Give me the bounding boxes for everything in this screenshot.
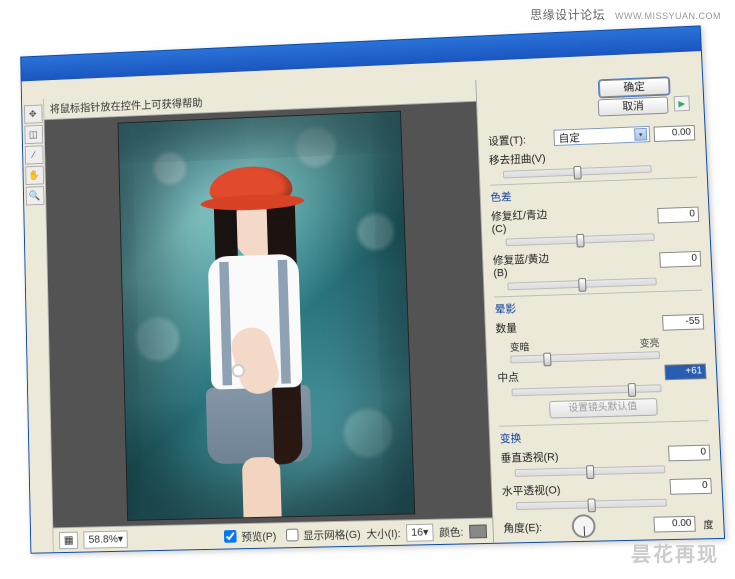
angle-value[interactable]: 0.00 bbox=[653, 516, 695, 533]
fix-red-cyan-label: 修复红/青边(C) bbox=[491, 206, 562, 235]
settings-combo[interactable]: 自定▾ bbox=[553, 126, 650, 146]
vertical-perspective-value[interactable]: 0 bbox=[668, 445, 710, 462]
vertical-perspective-slider[interactable] bbox=[515, 465, 666, 477]
darken-label: 变暗 bbox=[510, 339, 530, 354]
remove-distortion-slider[interactable] bbox=[503, 165, 652, 178]
settings-panel: 确定 取消 ▶ 设置(T): 自定▾ 0.00 移去扭曲(V) 色差 修复红/青… bbox=[475, 70, 724, 543]
vignette-amount-value[interactable]: -55 bbox=[662, 314, 704, 331]
preview-area: 将鼠标指针放在控件上可获得帮助 ▦ 58.8% ▾ 预览(P) 显 bbox=[44, 80, 493, 552]
zoom-tool-icon[interactable]: 🔍 bbox=[25, 186, 44, 205]
preview-image bbox=[118, 111, 414, 519]
horizontal-perspective-label: 水平透视(O) bbox=[502, 481, 573, 498]
vertical-perspective-label: 垂直透视(R) bbox=[500, 448, 571, 465]
hand-tool-icon[interactable]: ✋ bbox=[25, 166, 44, 185]
settings-value[interactable]: 0.00 bbox=[653, 124, 695, 141]
settings-label: 设置(T): bbox=[488, 130, 550, 148]
move-tool-icon[interactable]: ✥ bbox=[23, 105, 42, 124]
zoom-field[interactable]: 58.8% ▾ bbox=[84, 530, 128, 548]
grid-color-label: 颜色: bbox=[439, 523, 464, 539]
titlebar-gradient bbox=[21, 26, 701, 81]
panel-menu-icon[interactable]: ▶ bbox=[674, 96, 690, 112]
nav-thumbnail-icon[interactable]: ▦ bbox=[59, 531, 78, 549]
horizontal-perspective-slider[interactable] bbox=[516, 499, 667, 510]
grid-size-label: 大小(I): bbox=[366, 525, 401, 541]
vignette-amount-label: 数量 bbox=[495, 319, 558, 336]
canvas[interactable] bbox=[44, 102, 492, 528]
show-grid-checkbox[interactable]: 显示网格(G) bbox=[282, 524, 361, 544]
grid-color-swatch[interactable] bbox=[469, 524, 487, 538]
fix-blue-yellow-slider[interactable] bbox=[507, 278, 656, 291]
angle-unit: 度 bbox=[703, 516, 714, 531]
preview-checkbox[interactable]: 预览(P) bbox=[220, 526, 276, 546]
horizontal-perspective-value[interactable]: 0 bbox=[670, 478, 712, 495]
vignette-title: 晕影 bbox=[494, 294, 703, 316]
angle-dial[interactable] bbox=[571, 514, 596, 538]
ok-button[interactable]: 确定 bbox=[599, 77, 670, 97]
vignette-midpoint-slider[interactable] bbox=[512, 384, 662, 396]
fix-blue-yellow-value[interactable]: 0 bbox=[659, 251, 701, 268]
reset-lens-defaults-button[interactable]: 设置镜头默认值 bbox=[549, 398, 658, 419]
lighten-label: 变亮 bbox=[639, 335, 659, 350]
transform-title: 变换 bbox=[500, 425, 710, 446]
grid-size-field[interactable]: 16 ▾ bbox=[406, 523, 434, 541]
lens-correction-dialog: 镜头校正 (58.8%) ✥ ◫ ∕ ✋ 🔍 将鼠标指针放在控件上可获得帮助 bbox=[20, 25, 725, 553]
angle-label: 角度(E): bbox=[503, 519, 566, 536]
fix-red-cyan-slider[interactable] bbox=[506, 233, 655, 246]
watermark-url: WWW.MISSYUAN.COM bbox=[615, 11, 721, 21]
watermark-top: 思缘设计论坛 WWW.MISSYUAN.COM bbox=[530, 6, 721, 23]
straighten-tool-icon[interactable]: ◫ bbox=[24, 125, 43, 144]
vignette-midpoint-value[interactable]: +61 bbox=[664, 363, 706, 380]
remove-distortion-label: 移去扭曲(V) bbox=[489, 150, 559, 168]
watermark-text: 思缘设计论坛 bbox=[530, 8, 605, 22]
fix-red-cyan-value[interactable]: 0 bbox=[657, 207, 699, 224]
cancel-button[interactable]: 取消 bbox=[598, 96, 669, 116]
ruler-tool-icon[interactable]: ∕ bbox=[24, 145, 43, 164]
fix-blue-yellow-label: 修复蓝/黄边(B) bbox=[493, 250, 564, 279]
vignette-midpoint-label: 中点 bbox=[497, 368, 560, 385]
watermark-bottom: 昙花再现 bbox=[631, 538, 719, 567]
